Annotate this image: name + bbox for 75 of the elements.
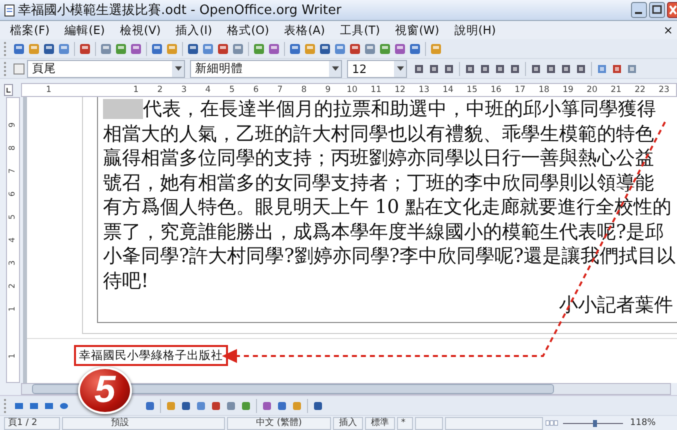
ruler-number: 2 xyxy=(8,283,18,289)
paragraph-line: 有方爲個人特色。眼見明天上午 10 點在文化走廊就要進行全校性的 xyxy=(103,195,672,220)
ruler-number: 23 xyxy=(658,85,670,95)
tab-stop-icon[interactable] xyxy=(4,84,13,96)
document-icon xyxy=(4,4,15,16)
ruler-number: 1 xyxy=(8,306,18,312)
page-indicator: 頁1 / 2 xyxy=(4,416,60,430)
ruler-number: 3 xyxy=(180,85,188,95)
ruler-number: 8 xyxy=(300,85,308,95)
caret-icon xyxy=(174,66,182,71)
ruler-number: 1 xyxy=(45,85,52,95)
font-dropdown[interactable]: 新細明體 xyxy=(190,60,342,78)
ruler-number: 20 xyxy=(586,85,598,95)
ruler-number: 5 xyxy=(228,85,236,95)
modified-indicator: * xyxy=(397,416,413,430)
menu-item[interactable]: 檔案(F) xyxy=(10,22,50,38)
language-indicator: 中文 (繁體) xyxy=(227,416,331,430)
paragraph-line: 號召，她有相當多的女同學支持者；丁班的李中欣同學則以領導能 xyxy=(103,170,654,195)
ruler-number: 4 xyxy=(204,85,212,95)
font-size-dropdown[interactable]: 12 xyxy=(347,60,407,78)
ruler-number: 17 xyxy=(514,85,526,95)
zoom-slider[interactable] xyxy=(561,418,625,428)
maximize-button[interactable] xyxy=(649,2,665,18)
signature: 小小記者葉件 xyxy=(559,293,673,318)
style-dropdown[interactable]: 頁尾 xyxy=(27,60,185,78)
ruler-number: 1 xyxy=(132,85,140,95)
ruler-number: 4 xyxy=(8,237,18,243)
ruler-number: 9 xyxy=(8,122,18,128)
ruler-number: 11 xyxy=(370,85,382,95)
paragraph-line: 待吧! xyxy=(103,268,149,293)
ruler-number: 6 xyxy=(252,85,260,95)
menu-item[interactable]: 格式(O) xyxy=(227,22,270,38)
ruler-number: 19 xyxy=(562,85,574,95)
caret-icon xyxy=(332,66,338,71)
menu-item[interactable]: 插入(I) xyxy=(176,22,212,38)
ruler-number: 1 xyxy=(8,353,18,359)
footer-field[interactable]: 幸福國民小學綠格子出版社 xyxy=(74,344,228,366)
ruler-number: 13 xyxy=(418,85,430,95)
window-title: 幸福國小模範生選拔比賽.odt - OpenOffice.org Writer xyxy=(18,2,342,19)
ruler-number: 15 xyxy=(466,85,478,95)
paragraph-line: 相當大的人氣，乙班的許大村同學也以有禮貌、乖學生模範的特色 xyxy=(103,122,654,146)
minimize-button[interactable] xyxy=(631,2,647,18)
ruler-number: 5 xyxy=(8,214,18,220)
selection-highlight xyxy=(103,99,143,120)
menu-item[interactable]: 視窗(W) xyxy=(394,22,440,38)
ruler-number: 3 xyxy=(8,260,18,266)
paragraph-line: 代表，在長達半個月的拉票和助選中，中班的邱小箏同學獲得 xyxy=(143,97,656,122)
paragraph-line: 贏得相當多位同學的支持；丙班劉婷亦同學以日行一善與熱心公益 xyxy=(103,146,654,170)
close-document-button[interactable]: × xyxy=(663,23,673,37)
page-style: 預設 xyxy=(62,416,225,430)
caret-icon xyxy=(396,66,404,71)
menu-item[interactable]: 檢視(V) xyxy=(120,22,161,38)
menu-item[interactable]: 表格(A) xyxy=(284,22,325,38)
zoom-level: 118% xyxy=(629,418,657,428)
ruler-number: 9 xyxy=(324,85,332,95)
ruler-number: 22 xyxy=(634,85,646,95)
ruler-number: 16 xyxy=(490,85,502,95)
close-button[interactable] xyxy=(667,2,677,18)
ruler-number: 14 xyxy=(442,85,454,95)
ruler-number: 18 xyxy=(538,85,550,95)
ruler-number: 12 xyxy=(394,85,406,95)
ruler-number: 10 xyxy=(346,85,358,95)
menu-item[interactable]: 說明(H) xyxy=(454,22,496,38)
paragraph-line: 票了，究竟誰能勝出，成爲本學年度半線國小的模範生代表呢?是邱 xyxy=(103,220,664,244)
ruler-number: 2 xyxy=(156,85,164,95)
zoom-slider-thumb[interactable] xyxy=(592,420,597,426)
ruler-number: 8 xyxy=(8,145,18,151)
ruler-number: 6 xyxy=(8,191,18,197)
ruler-number: 7 xyxy=(276,85,284,95)
menu-item[interactable]: 工具(T) xyxy=(340,22,380,38)
ruler-number: 21 xyxy=(610,85,622,95)
insert-mode: 插入 xyxy=(333,416,363,430)
ruler-number: 7 xyxy=(8,168,18,174)
menu-item[interactable]: 編輯(E) xyxy=(64,22,105,38)
selection-mode: 標準 xyxy=(365,416,395,430)
